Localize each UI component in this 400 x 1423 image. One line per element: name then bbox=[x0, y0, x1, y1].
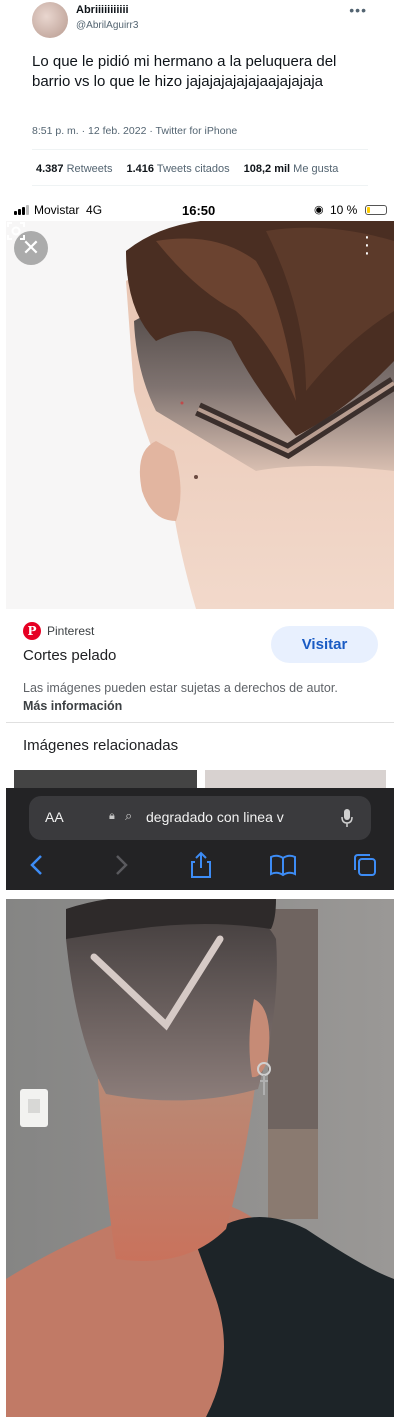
related-images-heading: Imágenes relacionadas bbox=[23, 737, 179, 754]
status-bar: Movistar 4G 16:50 ◉ 10 % bbox=[6, 199, 394, 221]
status-time: 16:50 bbox=[182, 203, 216, 218]
url-text[interactable]: degradado con linea v bbox=[146, 809, 284, 825]
carrier-label: Movistar 4G bbox=[34, 203, 103, 217]
more-horizontal-icon[interactable]: ••• bbox=[349, 2, 367, 18]
user-name[interactable]: Abriiiiiiiiiii bbox=[76, 4, 129, 16]
avatar[interactable] bbox=[32, 2, 68, 38]
browser-toolbar: AA 🔒︎ ⌕ degradado con linea v bbox=[6, 788, 394, 890]
more-vertical-icon[interactable]: · · · bbox=[362, 227, 372, 263]
microphone-icon[interactable] bbox=[341, 808, 353, 828]
related-thumbnail[interactable] bbox=[14, 770, 197, 790]
lock-icon: 🔒︎ bbox=[109, 810, 115, 822]
tweet-stats: 4.387 Retweets 1.416 Tweets citados 108,… bbox=[36, 163, 338, 175]
browser-nav bbox=[6, 850, 394, 884]
reference-haircut-drawing bbox=[6, 221, 394, 609]
divider bbox=[32, 149, 368, 150]
divider bbox=[32, 185, 368, 186]
battery-icon bbox=[365, 205, 387, 215]
share-icon[interactable] bbox=[186, 850, 216, 880]
tweet-text: Lo que le pidió mi hermano a la peluquer… bbox=[32, 53, 337, 90]
source-label: Pinterest bbox=[47, 624, 95, 638]
actual-haircut-drawing bbox=[6, 899, 394, 1417]
forward-icon[interactable] bbox=[106, 850, 136, 880]
related-thumbnail[interactable] bbox=[205, 770, 386, 790]
retweets-stat[interactable]: 4.387 Retweets bbox=[36, 163, 112, 175]
battery-percent: 10 % bbox=[330, 203, 358, 217]
likes-stat[interactable]: 108,2 mil Me gusta bbox=[244, 163, 339, 175]
tabs-icon[interactable] bbox=[350, 850, 380, 880]
tweet: Abriiiiiiiiiii @AbrilAguirr3 ••• Lo que … bbox=[0, 0, 400, 190]
tweet-timestamp: 8:51 p. m. · 12 feb. 2022 · Twitter for … bbox=[32, 125, 238, 137]
phone-screenshot: Movistar 4G 16:50 ◉ 10 % ✕ · · · P Pinte… bbox=[6, 199, 394, 890]
address-bar[interactable]: AA 🔒︎ ⌕ degradado con linea v bbox=[29, 796, 371, 840]
result-source[interactable]: P Pinterest bbox=[23, 622, 94, 640]
more-info-link[interactable]: Más información bbox=[23, 699, 122, 713]
quotes-stat[interactable]: 1.416 Tweets citados bbox=[126, 163, 229, 175]
pinterest-icon: P bbox=[23, 622, 41, 640]
visit-button[interactable]: Visitar bbox=[271, 626, 378, 663]
user-handle[interactable]: @AbrilAguirr3 bbox=[76, 20, 138, 31]
orientation-lock-icon: ◉ bbox=[314, 204, 324, 216]
search-icon: ⌕ bbox=[125, 808, 133, 823]
divider bbox=[6, 722, 394, 723]
reader-aa-button[interactable]: AA bbox=[45, 809, 64, 825]
result-title[interactable]: Cortes pelado bbox=[23, 647, 116, 664]
back-icon[interactable] bbox=[22, 850, 52, 880]
bookmarks-icon[interactable] bbox=[268, 850, 298, 880]
lens-icon[interactable] bbox=[6, 221, 26, 241]
reference-haircut-image[interactable]: ✕ · · · bbox=[6, 221, 394, 609]
signal-icon bbox=[14, 205, 29, 215]
copyright-notice: Las imágenes pueden estar sujetas a dere… bbox=[23, 681, 338, 713]
actual-haircut-photo bbox=[6, 899, 394, 1417]
